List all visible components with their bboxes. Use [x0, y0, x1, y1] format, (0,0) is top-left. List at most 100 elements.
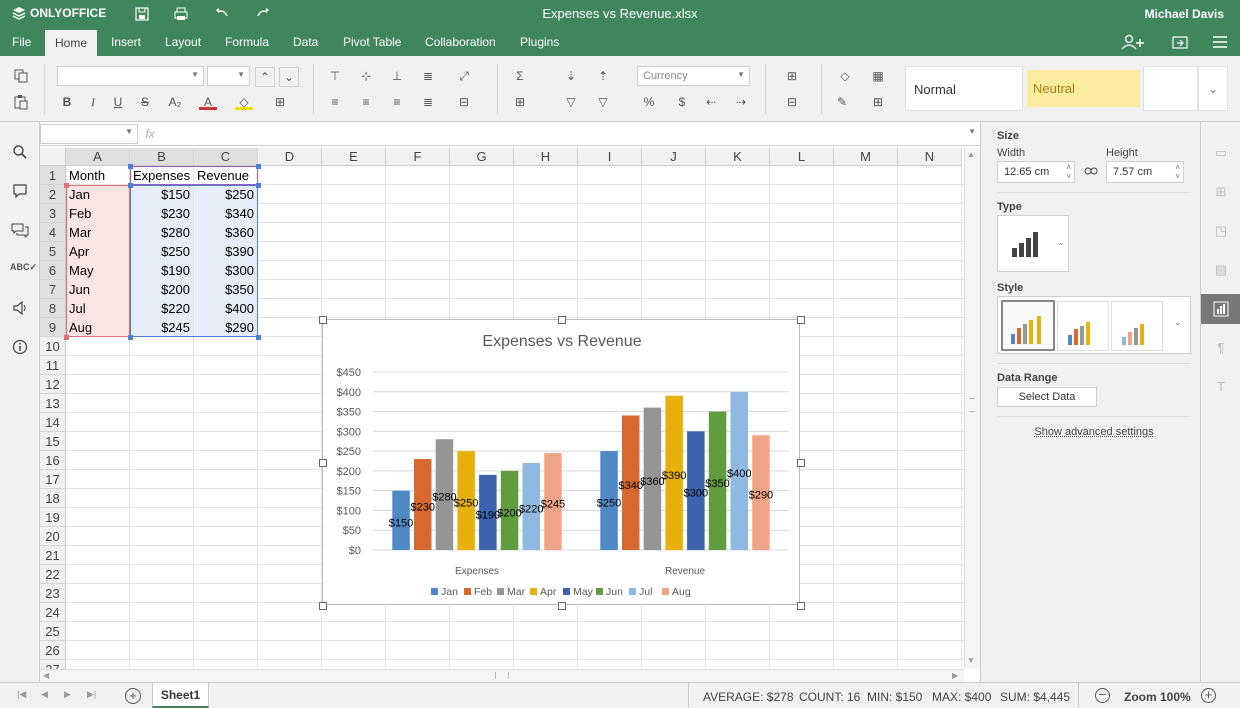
- select-all-corner[interactable]: [40, 148, 66, 166]
- bold-icon[interactable]: B: [58, 94, 76, 110]
- tab-file[interactable]: File: [2, 28, 41, 56]
- sort-descending-icon[interactable]: ⇡: [594, 68, 612, 84]
- row-header[interactable]: 8: [40, 299, 66, 318]
- table-cell[interactable]: Aug: [66, 318, 129, 337]
- table-cell[interactable]: $350: [194, 280, 257, 299]
- tab-collaboration[interactable]: Collaboration: [415, 28, 506, 56]
- legend-swatch[interactable]: [530, 588, 537, 595]
- column-header[interactable]: L: [770, 148, 834, 166]
- table-cell[interactable]: Month: [66, 166, 129, 185]
- range-handle[interactable]: [128, 183, 133, 188]
- align-left-icon[interactable]: ≡: [326, 94, 344, 110]
- table-cell[interactable]: Jul: [66, 299, 129, 318]
- table-cell[interactable]: $390: [194, 242, 257, 261]
- row-header[interactable]: 10: [40, 337, 66, 356]
- row-header[interactable]: 12: [40, 375, 66, 394]
- show-advanced-settings-link[interactable]: Show advanced settings: [997, 426, 1191, 438]
- chevron-down-icon[interactable]: ⌄: [1174, 317, 1182, 328]
- row-header[interactable]: 9: [40, 318, 66, 337]
- spreadsheet-grid[interactable]: ABCDEFGHIJKLMN 1 2 3 4 5 6 7 8 9 10 11 12 13 14 15 16 17…: [40, 148, 964, 669]
- paste-icon[interactable]: [12, 94, 30, 110]
- chart-object[interactable]: Expenses vs Revenue $150 $230 $280 $250 $190…: [319, 316, 805, 610]
- table-cell[interactable]: $300: [194, 261, 257, 280]
- tab-layout[interactable]: Layout: [155, 28, 211, 56]
- legend-swatch[interactable]: [431, 588, 438, 595]
- zoom-out-icon[interactable]: −: [1095, 688, 1110, 703]
- align-bottom-icon[interactable]: ⊥: [388, 68, 406, 84]
- spinner-icon[interactable]: ˄ ˅: [1175, 163, 1180, 181]
- width-input[interactable]: 12.65 cm ˄ ˅: [997, 161, 1075, 183]
- table-cell[interactable]: $340: [194, 204, 257, 223]
- row-header[interactable]: 11: [40, 356, 66, 375]
- number-format-select[interactable]: Currency ▼: [637, 66, 750, 86]
- row-header[interactable]: 25: [40, 622, 66, 641]
- hscroll-thumb[interactable]: [495, 672, 509, 679]
- zoom-level[interactable]: Zoom 100%: [1124, 690, 1191, 704]
- range-handle[interactable]: [128, 335, 133, 340]
- orientation-icon[interactable]: ⤢: [451, 68, 477, 84]
- chevron-down-icon[interactable]: ⌄: [1198, 66, 1228, 111]
- scroll-thumb[interactable]: [969, 398, 975, 412]
- chart-style-gallery[interactable]: ⌄: [997, 296, 1191, 354]
- column-header[interactable]: I: [578, 148, 642, 166]
- chart-settings-tab[interactable]: [1201, 294, 1240, 324]
- search-icon[interactable]: [10, 144, 30, 164]
- link-ratio-icon[interactable]: [1084, 165, 1098, 180]
- strikethrough-icon[interactable]: S: [136, 94, 154, 110]
- formula-input[interactable]: [162, 124, 980, 144]
- tab-formula[interactable]: Formula: [215, 28, 279, 56]
- table-cell[interactable]: $245: [130, 318, 193, 337]
- clear-filter-icon[interactable]: ▽: [594, 94, 612, 110]
- column-header[interactable]: A: [66, 148, 130, 166]
- table-cell[interactable]: Feb: [66, 204, 129, 223]
- legend-swatch[interactable]: [629, 588, 636, 595]
- chevron-down-icon[interactable]: ⌄: [1058, 238, 1065, 247]
- prev-sheet-icon[interactable]: ◀: [41, 689, 48, 700]
- legend-swatch[interactable]: [662, 588, 669, 595]
- table-cell[interactable]: $200: [130, 280, 193, 299]
- decrease-decimal-icon[interactable]: ⇠: [702, 94, 720, 110]
- row-header[interactable]: 4: [40, 223, 66, 242]
- table-cell[interactable]: May: [66, 261, 129, 280]
- chart-style-2[interactable]: [1057, 301, 1109, 351]
- legend-swatch[interactable]: [596, 588, 603, 595]
- font-color-icon[interactable]: A: [199, 94, 217, 110]
- row-header[interactable]: 23: [40, 584, 66, 603]
- row-header[interactable]: 24: [40, 603, 66, 622]
- resize-handle[interactable]: [797, 602, 805, 610]
- chart-canvas[interactable]: Expenses vs Revenue $150$230$280$250$190…: [323, 320, 801, 606]
- decrease-font-icon[interactable]: ⌄: [279, 67, 299, 87]
- save-icon[interactable]: [134, 6, 150, 22]
- wrap-text-icon[interactable]: ≣: [419, 68, 437, 84]
- tab-pivot-table[interactable]: Pivot Table: [333, 28, 411, 56]
- range-handle[interactable]: [64, 183, 69, 188]
- range-handle[interactable]: [256, 335, 261, 340]
- table-cell[interactable]: Jan: [66, 185, 129, 204]
- scroll-up-icon[interactable]: ▲: [967, 150, 975, 159]
- paragraph-settings-icon[interactable]: ¶: [1213, 340, 1229, 356]
- resize-handle[interactable]: [558, 316, 566, 324]
- add-sheet-icon[interactable]: +: [125, 688, 141, 704]
- row-header[interactable]: 6: [40, 261, 66, 280]
- clear-icon[interactable]: ◇: [833, 68, 857, 84]
- format-as-table-icon[interactable]: ⊞: [865, 94, 891, 110]
- share-user-icon[interactable]: [1121, 34, 1147, 53]
- row-header[interactable]: 22: [40, 565, 66, 584]
- row-header[interactable]: 3: [40, 204, 66, 223]
- align-right-icon[interactable]: ≡: [388, 94, 406, 110]
- legend-swatch[interactable]: [497, 588, 504, 595]
- image-settings-icon[interactable]: ▨: [1213, 262, 1229, 278]
- zoom-in-icon[interactable]: +: [1201, 688, 1216, 703]
- row-header[interactable]: 5: [40, 242, 66, 261]
- row-header[interactable]: 15: [40, 432, 66, 451]
- tab-data[interactable]: Data: [283, 28, 328, 56]
- row-header[interactable]: 2: [40, 185, 66, 204]
- table-cell[interactable]: Jun: [66, 280, 129, 299]
- scroll-down-icon[interactable]: ▼: [967, 656, 975, 665]
- resize-handle[interactable]: [319, 459, 327, 467]
- undo-icon[interactable]: [214, 6, 230, 22]
- name-box[interactable]: ▼: [40, 124, 138, 144]
- merge-cells-icon[interactable]: ⊟: [451, 94, 477, 110]
- redo-icon[interactable]: [255, 6, 271, 22]
- underline-icon[interactable]: U: [109, 94, 127, 110]
